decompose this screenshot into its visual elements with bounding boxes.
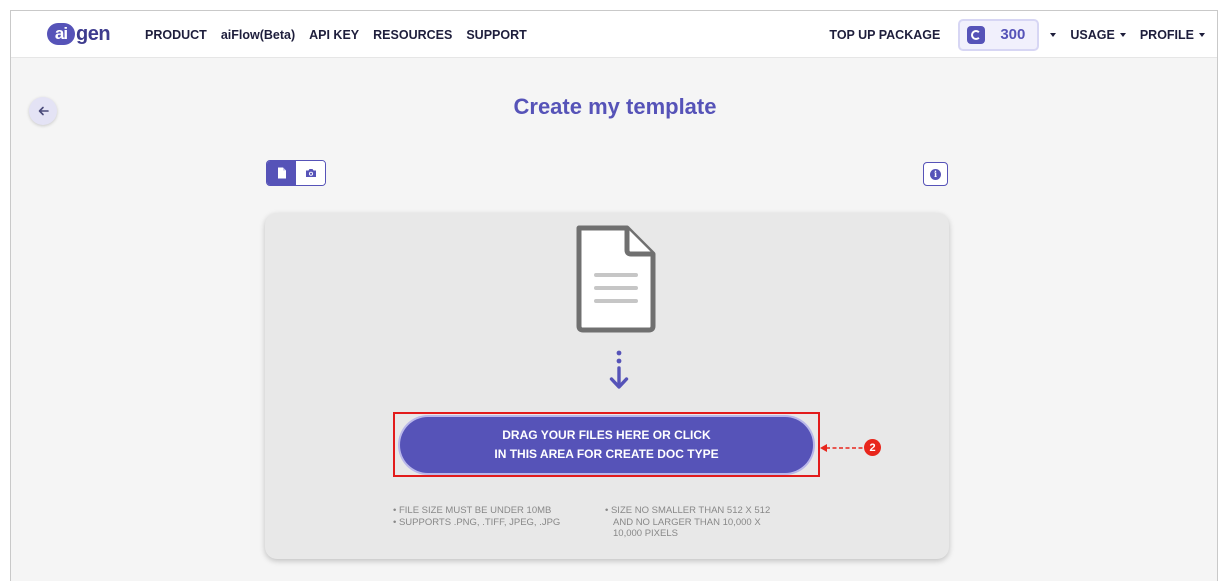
requirement-file-size: FILE SIZE MUST BE UNDER 10MB	[398, 505, 552, 516]
requirements-left: • FILE SIZE MUST BE UNDER 10MB • SUPPORT…	[393, 505, 561, 528]
step-annotation: 2	[819, 438, 899, 458]
chevron-down-icon	[1199, 32, 1205, 37]
credit-dropdown-toggle[interactable]	[1045, 32, 1057, 37]
drag-button-line1: DRAG YOUR FILES HERE OR CLICK	[502, 428, 711, 442]
nav-product[interactable]: PRODUCT	[145, 28, 207, 42]
info-icon: i	[930, 168, 941, 180]
drag-button-line2: IN THIS AREA FOR CREATE DOC TYPE	[494, 447, 719, 461]
account-nav: TOP UP PACKAGE 300 USAGE PROFILE	[829, 11, 1205, 58]
requirements-right: • SIZE NO SMALLER THAN 512 X 512 AND NO …	[605, 505, 825, 540]
requirement-dimensions-3: 10,000 PIXELS	[613, 528, 678, 539]
nav-support[interactable]: SUPPORT	[466, 28, 526, 42]
top-navbar: ai gen PRODUCT aiFlow(Beta) API KEY RESO…	[11, 11, 1217, 58]
requirement-dimensions-1: SIZE NO SMALLER THAN 512 X 512	[610, 505, 771, 516]
step-number-badge: 2	[864, 439, 881, 456]
upload-requirements: • FILE SIZE MUST BE UNDER 10MB • SUPPORT…	[393, 505, 833, 540]
camera-mode-button[interactable]	[296, 161, 325, 185]
credit-balance[interactable]: 300	[958, 18, 1040, 51]
chevron-down-icon	[1119, 32, 1126, 37]
document-illustration	[576, 225, 656, 333]
file-drop-zone[interactable]: DRAG YOUR FILES HERE OR CLICK IN THIS AR…	[265, 213, 949, 559]
info-button[interactable]: i	[923, 162, 948, 186]
profile-menu[interactable]: PROFILE	[1140, 28, 1205, 42]
usage-label: USAGE	[1070, 27, 1115, 42]
file-mode-button[interactable]	[267, 161, 296, 185]
profile-label: PROFILE	[1139, 27, 1194, 42]
arrow-down-icon	[609, 350, 629, 389]
chevron-down-icon	[1050, 32, 1057, 37]
main-nav: PRODUCT aiFlow(Beta) API KEY RESOURCES S…	[145, 11, 527, 58]
credit-coin-icon	[967, 25, 986, 44]
page-title: Create my template	[513, 94, 717, 119]
drag-files-button[interactable]: DRAG YOUR FILES HERE OR CLICK IN THIS AR…	[400, 417, 813, 473]
requirement-dimensions-2: AND NO LARGER THAN 10,000 X	[613, 516, 761, 528]
dashed-arrow-left-icon	[820, 444, 863, 452]
aigen-logo[interactable]: ai gen	[47, 20, 111, 48]
top-up-package-link[interactable]: TOP UP PACKAGE	[829, 28, 940, 42]
app-frame: ai gen PRODUCT aiFlow(Beta) API KEY RESO…	[10, 10, 1218, 581]
credit-value: 300	[1000, 26, 1026, 43]
requirement-formats: SUPPORTS .PNG, .TIFF, JPEG, .JPG	[398, 516, 561, 528]
nav-resources[interactable]: RESOURCES	[373, 28, 452, 42]
camera-icon	[305, 169, 316, 177]
drag-button-highlight: DRAG YOUR FILES HERE OR CLICK IN THIS AR…	[393, 412, 820, 477]
logo-text: gen	[76, 22, 111, 45]
nav-aiflow[interactable]: aiFlow(Beta)	[221, 28, 295, 42]
nav-api-key[interactable]: API KEY	[309, 28, 359, 42]
file-icon	[277, 167, 286, 179]
logo-badge: ai	[47, 23, 75, 45]
usage-menu[interactable]: USAGE	[1070, 27, 1126, 42]
upload-mode-toggle	[266, 160, 326, 186]
